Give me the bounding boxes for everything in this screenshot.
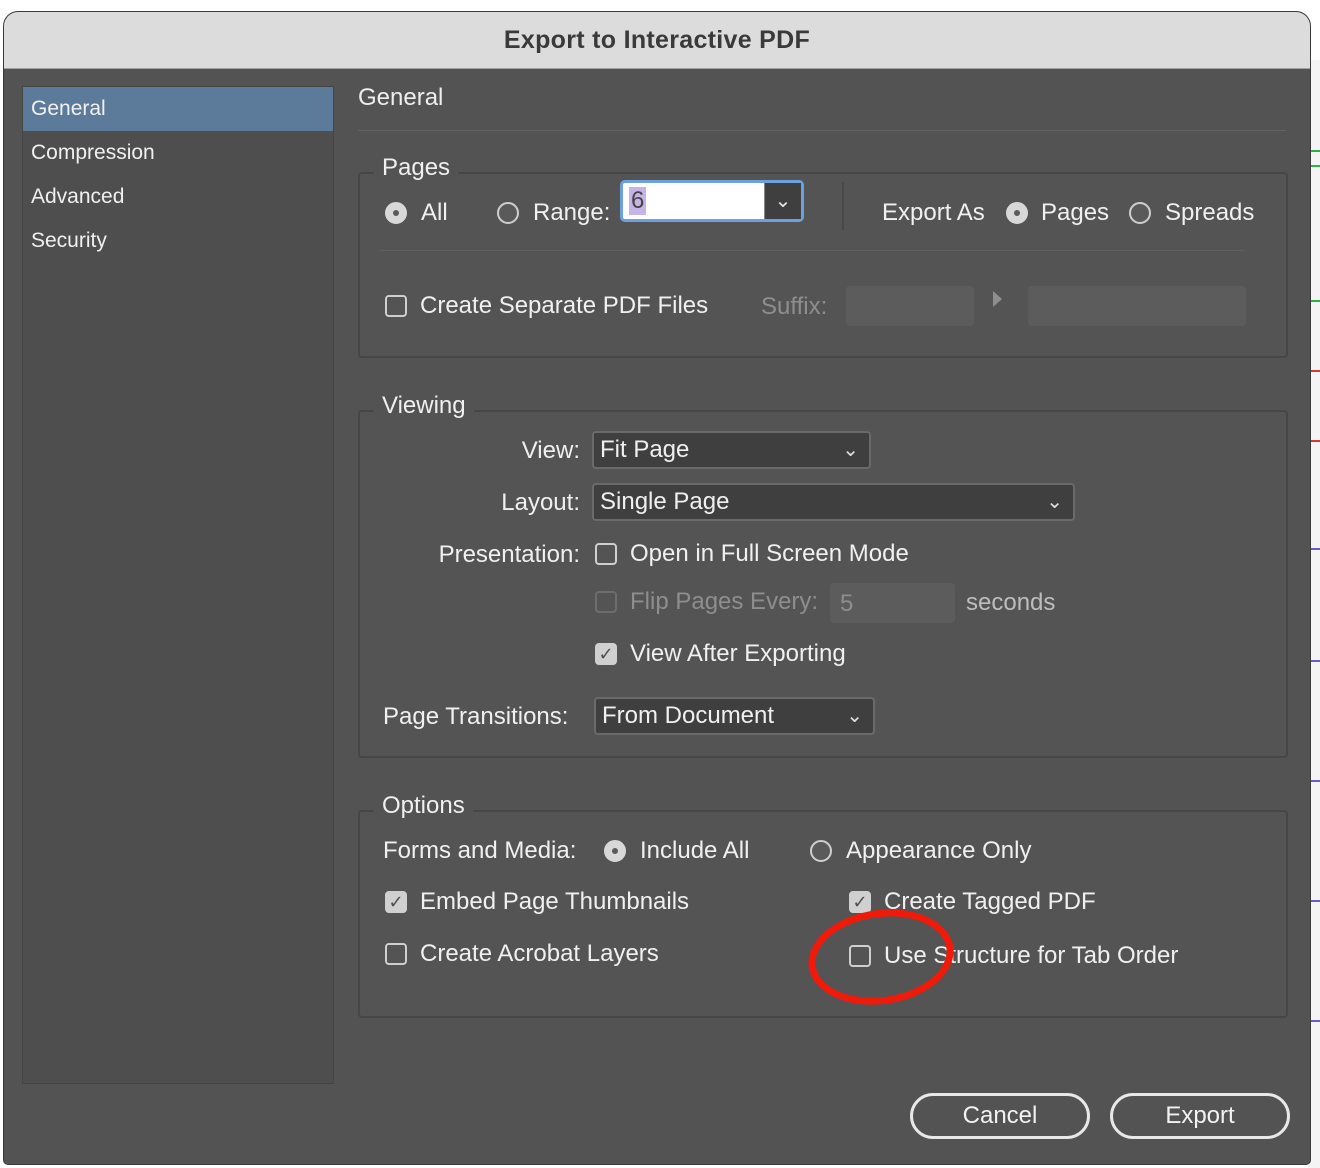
export-spreads-radio[interactable] xyxy=(1129,202,1151,224)
view-after-exporting-checkbox[interactable]: ✓ xyxy=(595,643,617,665)
page-transitions-label: Page Transitions: xyxy=(383,703,569,730)
viewing-group-label: Viewing xyxy=(374,392,474,420)
chevron-down-icon: ⌄ xyxy=(1046,491,1063,513)
view-dropdown[interactable]: Fit Page ⌄ xyxy=(592,431,871,469)
section-divider xyxy=(358,130,1286,131)
appearance-only-radio[interactable] xyxy=(810,840,832,862)
options-group-label: Options xyxy=(374,792,473,820)
embed-thumbnails-checkbox[interactable]: ✓ xyxy=(385,891,407,913)
full-screen-label: Open in Full Screen Mode xyxy=(630,540,909,567)
all-pages-radio[interactable] xyxy=(385,202,407,224)
separate-files-label: Create Separate PDF Files xyxy=(420,292,709,319)
dialog-title: Export to Interactive PDF xyxy=(503,25,811,54)
check-icon: ✓ xyxy=(388,892,404,912)
flip-pages-label: Flip Pages Every: xyxy=(630,588,819,615)
sidebar-item-security[interactable]: Security xyxy=(23,219,333,263)
tab-order-checkbox[interactable] xyxy=(849,945,871,967)
suffix-input[interactable] xyxy=(846,286,974,326)
tagged-pdf-label: Create Tagged PDF xyxy=(884,888,1096,915)
flip-pages-value: 5 xyxy=(840,590,854,617)
page-transitions-dropdown[interactable]: From Document ⌄ xyxy=(594,697,875,735)
layout-label: Layout: xyxy=(501,489,580,516)
seconds-label: seconds xyxy=(966,589,1056,616)
divider xyxy=(842,182,844,230)
range-label: Range: xyxy=(533,199,611,226)
all-pages-label: All xyxy=(421,199,448,226)
range-value: 6 xyxy=(629,187,647,215)
range-radio[interactable] xyxy=(497,202,519,224)
sidebar-item-compression[interactable]: Compression xyxy=(23,131,333,175)
tagged-pdf-checkbox[interactable]: ✓ xyxy=(849,891,871,913)
range-input[interactable]: 6 ⌄ xyxy=(620,180,804,222)
chevron-down-icon[interactable]: ⌄ xyxy=(764,183,801,219)
export-as-label: Export As xyxy=(882,199,985,226)
export-button[interactable]: Export xyxy=(1110,1093,1290,1139)
view-after-exporting-label: View After Exporting xyxy=(630,640,846,667)
suffix-label: Suffix: xyxy=(761,293,828,320)
layout-dropdown[interactable]: Single Page ⌄ xyxy=(592,483,1075,521)
appearance-only-label: Appearance Only xyxy=(846,837,1032,864)
divider xyxy=(380,250,1244,251)
section-title: General xyxy=(358,84,444,111)
forms-media-label: Forms and Media: xyxy=(383,837,577,864)
page-transitions-value: From Document xyxy=(602,702,775,729)
separate-files-checkbox[interactable] xyxy=(385,295,407,317)
sidebar-item-general[interactable]: General xyxy=(23,87,333,131)
check-icon: ✓ xyxy=(852,892,868,912)
triangle-right-icon[interactable] xyxy=(993,291,1002,307)
embed-thumbnails-label: Embed Page Thumbnails xyxy=(420,888,690,915)
sidebar: General Compression Advanced Security xyxy=(22,86,334,1084)
pages-group-label: Pages xyxy=(374,154,459,182)
include-all-radio[interactable] xyxy=(604,840,626,862)
export-pages-label: Pages xyxy=(1041,199,1110,226)
export-spreads-label: Spreads xyxy=(1165,199,1255,226)
layout-value: Single Page xyxy=(600,488,730,515)
chevron-down-icon: ⌄ xyxy=(842,439,859,461)
export-pages-radio[interactable] xyxy=(1006,202,1028,224)
include-all-label: Include All xyxy=(640,837,750,864)
chevron-down-icon: ⌄ xyxy=(846,705,863,727)
presentation-label: Presentation: xyxy=(438,541,580,568)
suffix-preview-field xyxy=(1028,286,1246,326)
acrobat-layers-checkbox[interactable] xyxy=(385,943,407,965)
pages-group: Pages xyxy=(358,154,1288,358)
title-bar[interactable]: Export to Interactive PDF xyxy=(4,12,1310,69)
cancel-button[interactable]: Cancel xyxy=(910,1093,1090,1139)
acrobat-layers-label: Create Acrobat Layers xyxy=(420,940,659,967)
tab-order-label: Use Structure for Tab Order xyxy=(884,942,1179,969)
sidebar-item-advanced[interactable]: Advanced xyxy=(23,175,333,219)
view-label: View: xyxy=(521,437,580,464)
full-screen-checkbox[interactable] xyxy=(595,543,617,565)
view-value: Fit Page xyxy=(600,436,690,463)
check-icon: ✓ xyxy=(598,644,614,664)
flip-pages-checkbox[interactable] xyxy=(595,591,617,613)
